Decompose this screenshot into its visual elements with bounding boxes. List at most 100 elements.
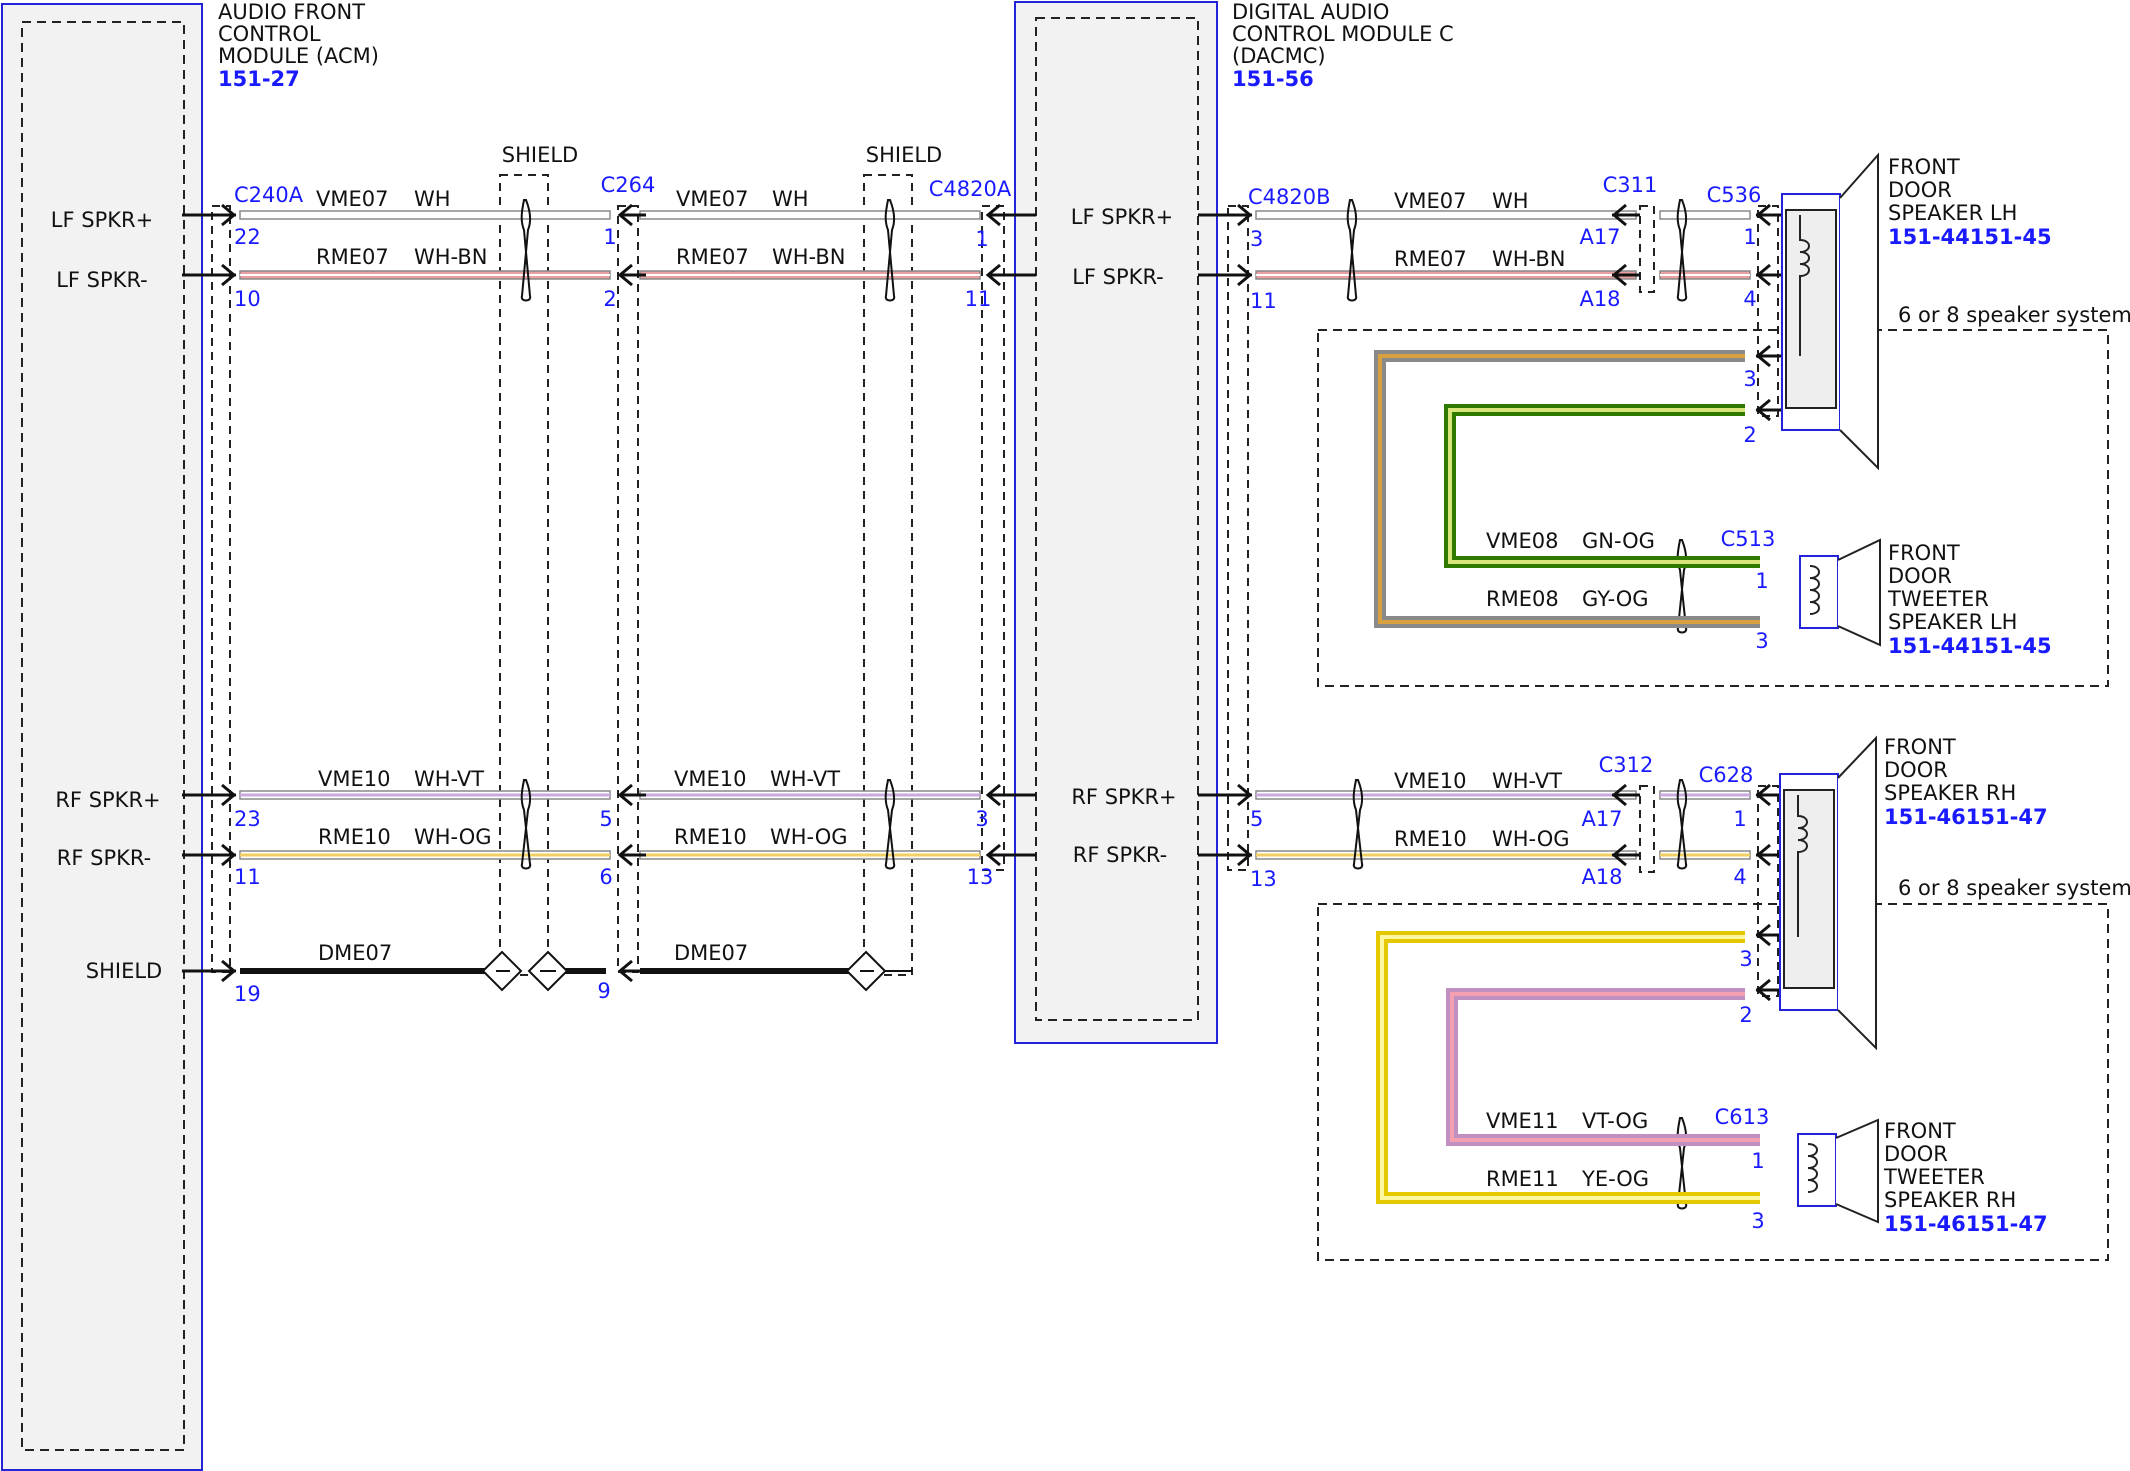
c628-pin-4: 4 — [1733, 865, 1746, 889]
vme11-color: VT-OG — [1582, 1109, 1648, 1133]
acm-title-line-1: AUDIO FRONT — [218, 0, 365, 24]
c536-outline — [1757, 205, 1779, 417]
arrow-c264-rf-plus — [617, 783, 646, 807]
rf-tweeter-cone — [1835, 1118, 1879, 1224]
rme07-color-3: WH-BN — [1492, 247, 1566, 271]
c312-pin-a18: A18 — [1581, 865, 1622, 889]
c4820a-pin-13: 13 — [967, 865, 994, 889]
arrow-c312-rf-plus — [1611, 783, 1640, 807]
lf-speaker-line-2: DOOR — [1888, 178, 1952, 202]
c264-name: C264 — [601, 173, 656, 197]
vme10-label-1: VME10 — [318, 767, 390, 791]
c240a-name: C240A — [234, 183, 304, 207]
lf-speaker-line-3: SPEAKER LH — [1888, 201, 2017, 225]
vme07-wire-4 — [1659, 210, 1751, 220]
vme07-wire-2 — [639, 210, 981, 220]
c4820b-pin-11: 11 — [1250, 289, 1277, 313]
c4820b-name: C4820B — [1248, 185, 1331, 209]
rme07-label-1: RME07 — [316, 245, 389, 269]
c264-pin-9: 9 — [597, 979, 610, 1003]
dacmc-pin-rf-spkr-plus: RF SPKR+ — [1071, 785, 1176, 809]
vme07-wire-1 — [239, 210, 611, 220]
acm-pin-lf-spkr-plus: LF SPKR+ — [51, 208, 153, 232]
rf-speaker-line-2: DOOR — [1884, 758, 1948, 782]
rme10-color-1: WH-OG — [414, 825, 492, 849]
c628-pin-1: 1 — [1733, 807, 1746, 831]
c536-pin-4: 4 — [1743, 287, 1756, 311]
c311-pin-a17: A17 — [1579, 225, 1620, 249]
lf-speaker — [1781, 152, 1879, 471]
c264-pin-2: 2 — [603, 287, 616, 311]
vme07-color-1: WH — [414, 187, 451, 211]
lf-speaker-line-1: FRONT — [1888, 155, 1960, 179]
rme07-label-2: RME07 — [676, 245, 749, 269]
vme08-color: GN-OG — [1582, 529, 1655, 553]
c536-name: C536 — [1707, 183, 1762, 207]
arrow-c264-shield — [617, 959, 646, 983]
c312-pin-a17: A17 — [1581, 807, 1622, 831]
rf-tweeter-line-4: SPEAKER RH — [1884, 1188, 2016, 1212]
shield-right-label: SHIELD — [866, 143, 942, 167]
shield-right: SHIELD — [863, 143, 942, 976]
c4820b-outline — [1227, 205, 1249, 871]
lf-tweeter — [1799, 538, 1881, 647]
c4820b-pin-3: 3 — [1250, 227, 1263, 251]
rme07-label-3: RME07 — [1394, 247, 1467, 271]
c312-outline — [1639, 785, 1655, 873]
lf-tweeter-line-1: FRONT — [1888, 541, 1960, 565]
vme08-label: VME08 — [1486, 529, 1558, 553]
c311-name: C311 — [1603, 173, 1658, 197]
c613-name: C613 — [1715, 1105, 1770, 1129]
lf-tweeter-cone — [1837, 538, 1881, 647]
lf-option-label: 6 or 8 speaker system — [1898, 303, 2130, 327]
c536-pin-1: 1 — [1743, 225, 1756, 249]
rme11-wire-inner — [1380, 935, 1760, 1200]
vme07-color-3: WH — [1492, 189, 1529, 213]
dacmc-title-line-1: DIGITAL AUDIO — [1232, 0, 1389, 24]
lf-tweeter-line-4: SPEAKER LH — [1888, 610, 2017, 634]
rf-speaker-magnet — [1783, 789, 1835, 989]
c613-pin-3: 3 — [1751, 1209, 1764, 1233]
dacmc-pin-lf-spkr-plus: LF SPKR+ — [1071, 205, 1173, 229]
lf-speaker-ref-link[interactable]: 151-44151-45 — [1888, 225, 2052, 249]
rf-tweeter-box — [1797, 1133, 1837, 1207]
vme11-label: VME11 — [1486, 1109, 1558, 1133]
rf-tweeter-wires — [1376, 931, 1760, 1204]
rf-tweeter-line-2: DOOR — [1884, 1142, 1948, 1166]
dacmc-pin-rf-spkr-minus: RF SPKR- — [1073, 843, 1167, 867]
dacmc-ref-link[interactable]: 151-56 — [1232, 67, 1314, 91]
arrow-c311-lf-plus — [1611, 203, 1640, 227]
rme07-color-2: WH-BN — [772, 245, 846, 269]
rme10-label-3: RME10 — [1394, 827, 1467, 851]
rme08-label: RME08 — [1486, 587, 1559, 611]
vme10-color-1: WH-VT — [414, 767, 484, 791]
c628-name: C628 — [1699, 763, 1754, 787]
c628-outline — [1757, 785, 1779, 997]
c4820a-pin-3: 3 — [975, 807, 988, 831]
lf-speaker-cone — [1839, 152, 1879, 471]
c4820b-pin-5: 5 — [1250, 807, 1263, 831]
arrow-c312-rf-minus — [1611, 843, 1640, 867]
rf-speaker-cone — [1837, 735, 1877, 1051]
lf-tweeter-ref-link[interactable]: 151-44151-45 — [1888, 634, 2052, 658]
lf-tweeter-box — [1799, 555, 1839, 629]
vme07-label-1: VME07 — [316, 187, 388, 211]
acm-title-line-3: MODULE (ACM) — [218, 44, 379, 68]
dme07-label-1: DME07 — [318, 941, 392, 965]
c613-pin-1: 1 — [1751, 1149, 1764, 1173]
rf-tweeter-line-1: FRONT — [1884, 1119, 1956, 1143]
c264-pin-5: 5 — [599, 807, 612, 831]
rf-speaker-ref-link[interactable]: 151-46151-47 — [1884, 805, 2048, 829]
shield-left-label: SHIELD — [502, 143, 578, 167]
vme07-label-3: VME07 — [1394, 189, 1466, 213]
vme10-color-3: WH-VT — [1492, 769, 1562, 793]
dacmc-body — [1014, 1, 1218, 1044]
rf-tweeter-ref-link[interactable]: 151-46151-47 — [1884, 1212, 2048, 1236]
vme07-color-2: WH — [772, 187, 809, 211]
acm-ref-link[interactable]: 151-27 — [218, 67, 300, 91]
rme11-color: YE-OG — [1581, 1167, 1649, 1191]
c240a-pin-23: 23 — [234, 807, 261, 831]
c240a-pin-11: 11 — [234, 865, 261, 889]
dacmc-pin-lf-spkr-minus: LF SPKR- — [1072, 265, 1164, 289]
acm-pin-shield: SHIELD — [86, 959, 162, 983]
